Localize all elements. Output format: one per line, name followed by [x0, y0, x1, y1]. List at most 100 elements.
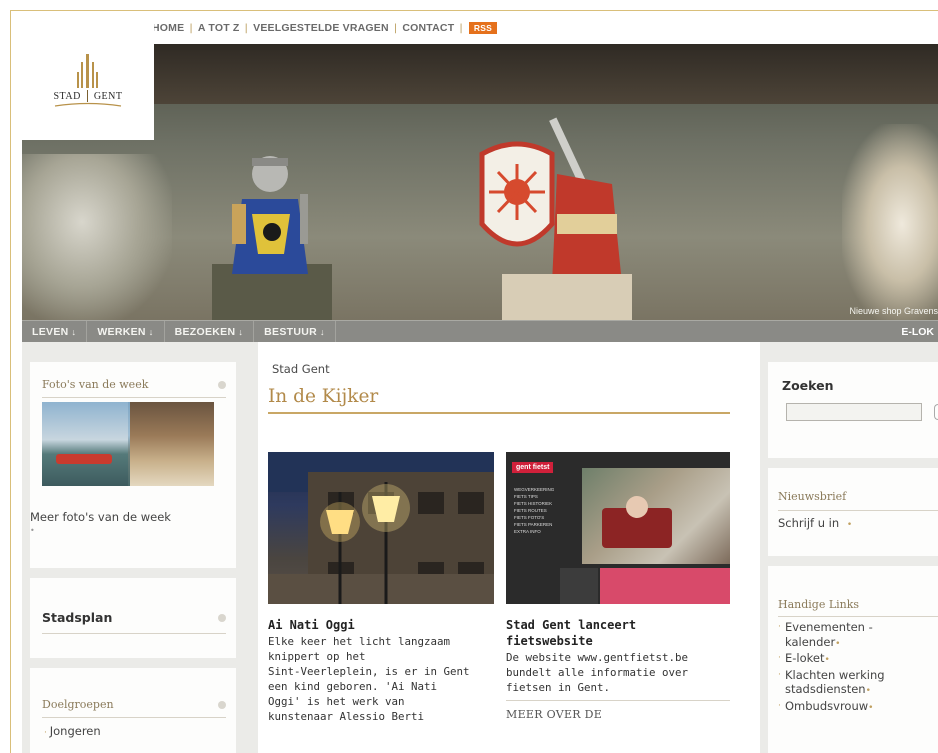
top-navigation: HOME | A TOT Z | VEELGESTELDE VRAGEN | C…	[152, 22, 497, 34]
nav-contact-link[interactable]: CONTACT	[402, 22, 454, 34]
useful-link-label: Ombudsvrouw	[785, 698, 869, 713]
arrow-down-icon: ↓	[71, 326, 77, 337]
menu-item-eloket[interactable]: E-LOK	[901, 326, 938, 338]
nav-separator: |	[244, 22, 249, 34]
nav-separator: |	[459, 22, 463, 34]
fiets-tag: gent fietst	[512, 462, 554, 473]
search-box: Zoeken	[768, 362, 938, 458]
breadcrumb[interactable]: Stad Gent	[272, 362, 330, 376]
expand-dot-icon[interactable]	[218, 613, 226, 622]
heading-rule	[268, 412, 730, 414]
menu-item-werken[interactable]: WERKEN ↓	[87, 320, 165, 343]
useful-link-label: stadsdiensten	[785, 682, 866, 696]
article-body-line: De website www.gentfietst.be	[506, 651, 689, 664]
fiets-menu-item: FIETS ROUTES	[514, 508, 547, 513]
newsletter-box: Nieuwsbrief Schrijf u in •	[768, 468, 938, 556]
doelgroepen-title: Doelgroepen	[42, 698, 114, 711]
menu-label: LEVEN	[32, 325, 69, 338]
fiets-child	[626, 496, 648, 518]
menu-item-bezoeken[interactable]: BEZOEKEN ↓	[165, 320, 255, 343]
main-menu: LEVEN ↓ WERKEN ↓ BEZOEKEN ↓ BESTUUR ↓ E-LOK	[22, 320, 938, 343]
fiets-menu-item: FIETS PARKEREN	[514, 522, 553, 527]
more-about-link[interactable]: MEER OVER DE	[506, 708, 602, 721]
lantern-scene	[268, 452, 494, 604]
search-button-edge[interactable]	[934, 404, 938, 420]
useful-links-title: Handige Links	[778, 598, 860, 611]
bullet: •	[824, 655, 830, 665]
thumbnail-right-scene	[130, 402, 214, 486]
menu-label: WERKEN	[97, 325, 146, 338]
fiets-menu-item: EXTRA INFO	[514, 529, 541, 534]
thumbnail-boat	[56, 454, 112, 464]
nav-faq-link[interactable]: VEELGESTELDE VRAGEN	[253, 22, 389, 34]
nav-separator: |	[189, 22, 193, 34]
logo-divider	[86, 90, 88, 102]
subscribe-label: Schrijf u in	[778, 516, 840, 530]
fiets-menu-item: FIETS FOTO'S	[514, 515, 545, 520]
newsletter-subscribe-link[interactable]: Schrijf u in •	[778, 516, 852, 530]
nav-a-tot-z-link[interactable]: A TOT Z	[198, 22, 240, 34]
useful-link-klachten[interactable]: · Klachten werking stadsdiensten•	[778, 668, 936, 699]
article-fietswebsite-image[interactable]: gent fietst WEGVERKEERING FIETS TIPS FIE…	[506, 452, 730, 604]
logo-text-right: GENT	[93, 90, 123, 102]
bullet: ·	[778, 622, 781, 632]
stad-gent-logo[interactable]: STAD GENT	[22, 22, 154, 140]
hero-blur-figure-right	[842, 124, 938, 320]
logo-underline-swoosh	[54, 102, 122, 107]
useful-link-evenementen[interactable]: · Evenementen - kalender•	[778, 620, 936, 651]
article-title-line2[interactable]: fietswebsite	[506, 634, 593, 648]
article-body-line: Oggi' is het werk van	[268, 695, 405, 708]
fiets-menu-item: WEGVERKEERING	[514, 487, 555, 492]
nav-home-link[interactable]: HOME	[152, 22, 184, 34]
bullet: •	[865, 686, 871, 696]
bullet: ·	[778, 700, 781, 711]
hero-banner[interactable]: Nieuwe shop Gravens	[22, 44, 938, 320]
article-title[interactable]: Ai Nati Oggi	[268, 618, 355, 632]
rss-button[interactable]: RSS	[468, 22, 497, 34]
stadsplan-box[interactable]: Stadsplan	[30, 578, 236, 658]
article-body-line: Elke keer het licht langzaam	[268, 635, 451, 648]
useful-link-eloket[interactable]: · E-loket•	[778, 651, 936, 668]
search-title: Zoeken	[782, 378, 834, 393]
useful-links-box: Handige Links · Evenementen - kalender• …	[768, 566, 938, 753]
useful-link-label: Evenementen -	[785, 620, 873, 634]
knight-figure-red-shield	[479, 117, 632, 320]
frame-left-line	[10, 10, 11, 753]
article-title[interactable]: Stad Gent lanceert	[506, 618, 636, 632]
article-body-line: fietsen in Gent.	[506, 681, 611, 694]
arrow-down-icon: ↓	[148, 326, 154, 337]
expand-dot-icon[interactable]	[218, 380, 226, 389]
doelgroepen-item-jongeren[interactable]: · Jongeren	[44, 724, 101, 738]
frame-top-line	[10, 10, 938, 11]
nav-separator: |	[393, 22, 398, 34]
stadsplan-title[interactable]: Stadsplan	[42, 610, 112, 625]
fiets-menu: WEGVERKEERING FIETS TIPS FIETS HISTORIEK…	[514, 486, 574, 535]
hero-blur-figure-left	[22, 154, 172, 320]
useful-link-label: Klachten werking	[785, 667, 885, 682]
article-body: De website www.gentfietst.be bundelt all…	[506, 650, 736, 695]
article-body-line: knippert op het	[268, 650, 366, 663]
fiets-menu-item: FIETS TIPS	[514, 494, 538, 499]
article-body-line: bundelt alle informatie over	[506, 666, 689, 679]
photos-thumbnail[interactable]	[42, 402, 214, 486]
search-input[interactable]	[786, 403, 922, 421]
bullet: •	[846, 520, 853, 530]
hero-shelf-backdrop	[22, 44, 938, 104]
useful-links-rule	[778, 616, 938, 617]
useful-link-ombudsvrouw[interactable]: · Ombudsvrouw•	[778, 699, 936, 716]
main-column: Stad Gent In de Kijker gent fietst WEGVE…	[258, 342, 760, 753]
useful-link-label: E-loket	[785, 651, 825, 665]
article-ai-nati-oggi-image[interactable]	[268, 452, 494, 604]
bullet: •	[868, 702, 874, 713]
page-heading: In de Kijker	[268, 386, 379, 407]
menu-label: BESTUUR	[264, 325, 318, 338]
newsletter-title: Nieuwsbrief	[778, 490, 847, 503]
bullet: ·	[778, 653, 781, 663]
expand-dot-icon[interactable]	[218, 700, 226, 709]
menu-item-bestuur[interactable]: BESTUUR ↓	[254, 320, 336, 343]
more-divider	[506, 700, 730, 701]
more-photos-link[interactable]: Meer foto's van de week	[30, 510, 230, 524]
more-photos-bullet: •	[30, 526, 35, 535]
menu-item-leven[interactable]: LEVEN ↓	[22, 320, 88, 343]
article-body-line: Sint-Veerleplein, is er in Gent	[268, 665, 470, 678]
